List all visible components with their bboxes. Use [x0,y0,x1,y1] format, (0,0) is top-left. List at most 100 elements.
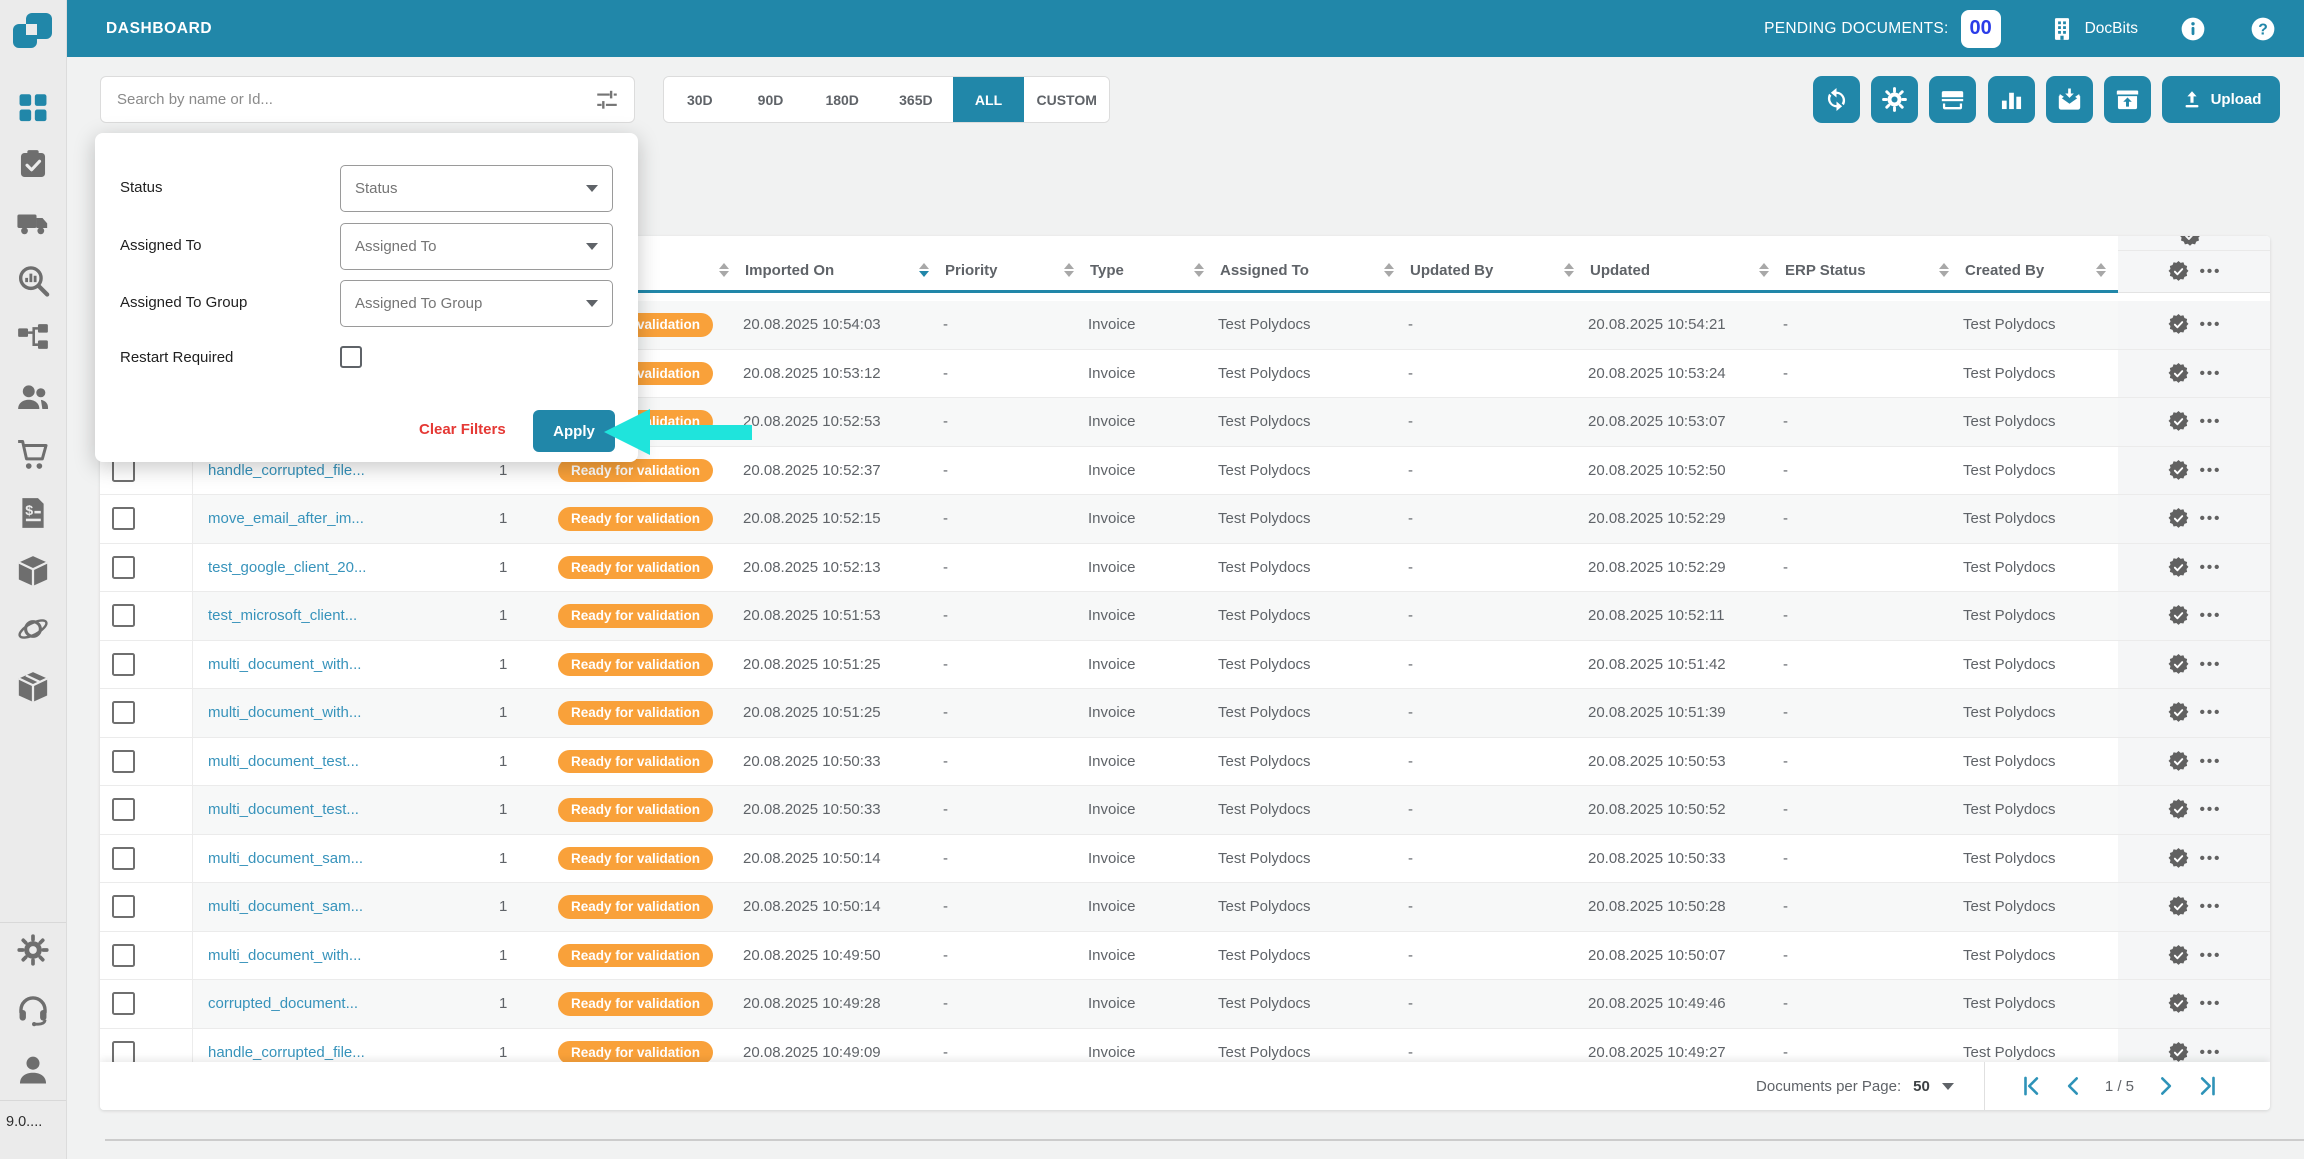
header-cell-updated_by[interactable]: Updated By [1406,250,1586,293]
sidebar-item-profile-person-icon[interactable] [16,1053,50,1087]
sidebar-item-delivery-truck-icon[interactable] [16,206,50,240]
organization-building-icon[interactable] [2049,16,2075,42]
restart-required-checkbox[interactable] [340,346,362,368]
row-checkbox[interactable] [112,701,135,724]
filter-tune-icon[interactable] [594,87,620,113]
document-name-link[interactable]: move_email_after_im... [208,510,364,527]
row-menu-button[interactable]: ••• [2200,559,2222,576]
document-name-link[interactable]: handle_corrupted_file... [208,462,365,479]
row-menu-button[interactable]: ••• [2200,656,2222,673]
row-menu-button[interactable]: ••• [2200,704,2222,721]
row-checkbox[interactable] [112,992,135,1015]
document-name-link[interactable]: multi_document_sam... [208,898,363,915]
row-menu-button[interactable]: ••• [2200,510,2222,527]
header-cell-updated[interactable]: Updated [1586,250,1781,293]
document-name-link[interactable]: multi_document_with... [208,947,361,964]
sort-icon[interactable] [1384,263,1394,277]
range-button-30d[interactable]: 30D [664,77,736,122]
header-cell-type[interactable]: Type [1086,250,1216,293]
header-cell-actions[interactable]: ••• [2118,250,2270,293]
last-page-icon[interactable] [2194,1073,2220,1099]
sidebar-item-package-icon[interactable] [16,554,50,588]
row-menu-button[interactable]: ••• [2200,898,2222,915]
document-name-link[interactable]: test_microsoft_client... [208,607,357,624]
chevron-down-icon[interactable] [1942,1083,1954,1090]
scanner-button[interactable] [1929,76,1976,123]
row-menu-button[interactable]: ••• [2200,995,2222,1012]
sort-icon[interactable] [2096,263,2106,277]
sort-icon[interactable] [1194,263,1204,277]
row-menu-button[interactable]: ••• [2200,947,2222,964]
sidebar-item-search-analytics-icon[interactable] [16,264,50,298]
row-menu-button[interactable]: ••• [2200,316,2222,333]
row-checkbox[interactable] [112,604,135,627]
row-menu-button[interactable]: ••• [2200,413,2222,430]
row-checkbox[interactable] [112,556,135,579]
header-cell-erp_status[interactable]: ERP Status [1781,250,1961,293]
sort-icon[interactable] [1064,263,1074,277]
first-page-icon[interactable] [2019,1073,2045,1099]
filter-select-assigned-to-group[interactable]: Assigned To Group [340,280,613,327]
sort-icon[interactable] [1564,263,1574,277]
sidebar-item-workflow-icon[interactable] [16,322,50,356]
row-checkbox[interactable] [112,847,135,870]
row-menu-button[interactable]: ••• [2200,607,2222,624]
row-menu-button[interactable]: ••• [2200,753,2222,770]
sidebar-item-support-headset-icon[interactable] [16,993,50,1027]
verified-seal-icon[interactable] [2167,260,2190,283]
info-icon[interactable] [2180,16,2206,42]
sidebar-item-settings-gear-icon[interactable] [16,933,50,967]
next-page-icon[interactable] [2152,1073,2178,1099]
row-checkbox[interactable] [112,944,135,967]
sort-icon[interactable] [1759,263,1769,277]
bar-chart-button[interactable] [1988,76,2035,123]
sidebar-item-dashboard-grid-icon[interactable] [16,90,50,124]
sidebar-item-shopping-cart-icon[interactable] [16,438,50,472]
horizontal-scrollbar[interactable] [105,1139,2304,1141]
sync-button[interactable] [1813,76,1860,123]
export-box-button[interactable] [2104,76,2151,123]
per-page-value[interactable]: 50 [1913,1078,1930,1095]
filter-select-status[interactable]: Status [340,165,613,212]
document-name-link[interactable]: multi_document_with... [208,704,361,721]
row-menu-button[interactable]: ••• [2200,1044,2222,1061]
document-name-link[interactable]: corrupted_document... [208,995,358,1012]
row-menu-button[interactable]: ••• [2200,850,2222,867]
settings-button[interactable] [1871,76,1918,123]
row-checkbox[interactable] [112,459,135,482]
column-menu-icon[interactable]: ••• [2200,263,2222,280]
row-checkbox[interactable] [112,895,135,918]
search-input[interactable] [101,91,594,108]
range-button-custom[interactable]: CUSTOM [1024,77,1109,122]
apply-button[interactable]: Apply [533,410,615,452]
document-name-link[interactable]: multi_document_with... [208,656,361,673]
sort-icon[interactable] [719,263,729,277]
document-name-link[interactable]: multi_document_test... [208,753,359,770]
sidebar-item-orbit-icon[interactable] [16,612,50,646]
range-button-all[interactable]: ALL [953,77,1025,122]
upload-button[interactable]: Upload [2162,76,2280,123]
range-button-365d[interactable]: 365D [879,77,953,122]
previous-page-icon[interactable] [2061,1073,2087,1099]
row-checkbox[interactable] [112,507,135,530]
range-button-90d[interactable]: 90D [736,77,806,122]
row-checkbox[interactable] [112,1041,135,1064]
row-menu-button[interactable]: ••• [2200,801,2222,818]
row-checkbox[interactable] [112,798,135,821]
header-cell-assigned_to[interactable]: Assigned To [1216,250,1406,293]
sort-icon[interactable] [1939,263,1949,277]
range-button-180d[interactable]: 180D [805,77,879,122]
header-cell-imported[interactable]: Imported On [741,250,941,293]
sidebar-item-tasks-clipboard-icon[interactable] [16,148,50,182]
document-name-link[interactable]: test_google_client_20... [208,559,366,576]
header-cell-priority[interactable]: Priority [941,250,1086,293]
filter-select-assigned-to[interactable]: Assigned To [340,223,613,270]
sidebar-item-users-icon[interactable] [16,380,50,414]
clear-filters-button[interactable]: Clear Filters [413,420,512,439]
sidebar-item-package-alt-icon[interactable] [16,670,50,704]
header-cell-created_by[interactable]: Created By [1961,250,2118,293]
document-name-link[interactable]: multi_document_sam... [208,850,363,867]
document-name-link[interactable]: handle_corrupted_file... [208,1044,365,1061]
email-download-button[interactable] [2046,76,2093,123]
help-icon[interactable]: ? [2250,16,2276,42]
